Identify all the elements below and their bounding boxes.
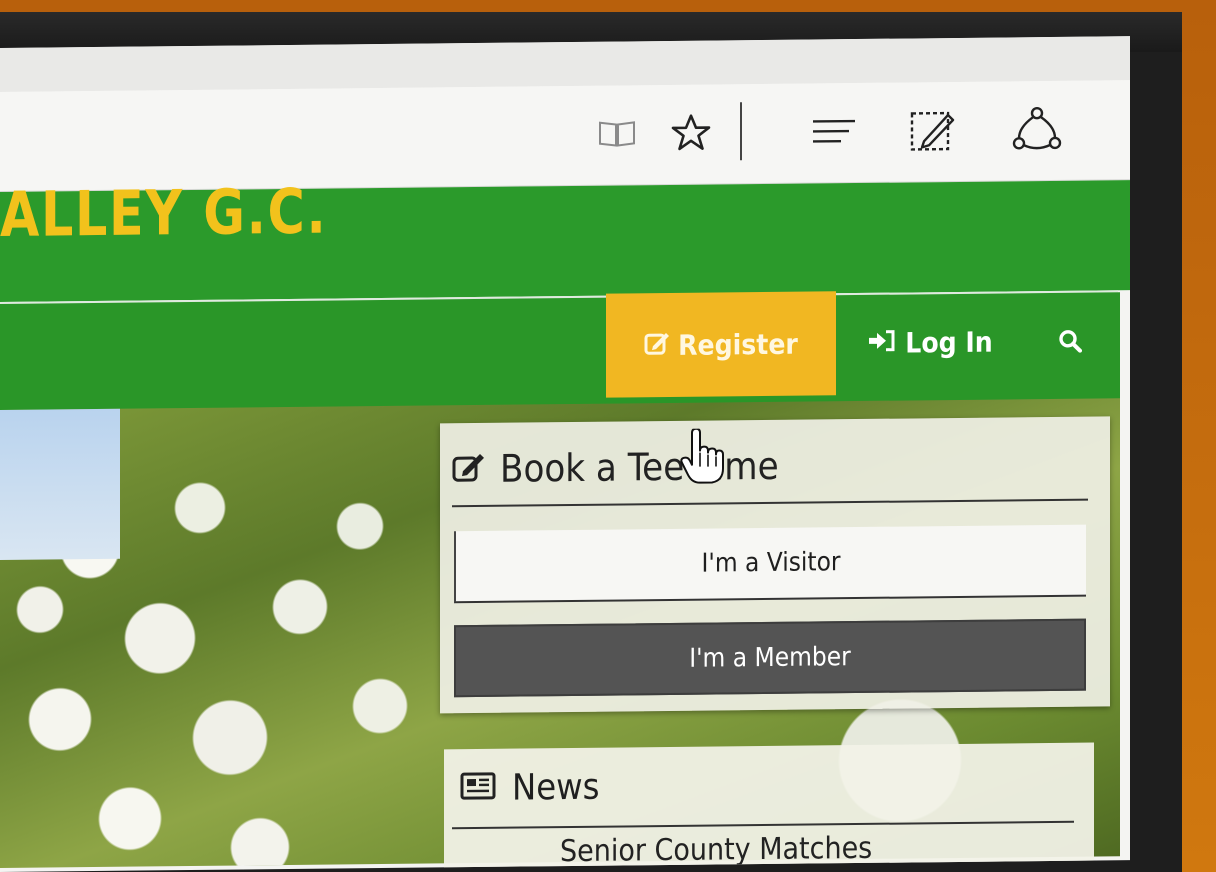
member-button[interactable]: I'm a Member [454, 618, 1086, 698]
news-title: News [512, 766, 600, 809]
news-heading: News [460, 760, 600, 815]
newspaper-icon [460, 767, 496, 808]
tee-time-heading: Book a Tee Time [452, 438, 779, 497]
search-icon[interactable] [1040, 288, 1100, 393]
hub-menu-icon[interactable] [806, 109, 862, 154]
site-title[interactable]: ALLEY G.C. [0, 175, 327, 251]
monitor-screen: ALLEY G.C. Register Log In Book a Tee Ti… [0, 36, 1130, 872]
favorite-star-icon[interactable] [666, 111, 716, 156]
reading-view-icon[interactable] [594, 111, 640, 155]
edit-icon [644, 328, 670, 361]
sign-in-icon [867, 326, 897, 359]
share-icon[interactable] [1008, 106, 1066, 152]
hand-cursor-icon [680, 427, 724, 484]
toolbar-divider [740, 102, 742, 161]
login-link[interactable]: Log In [850, 289, 1010, 395]
login-label: Log In [905, 325, 993, 360]
hero-sky [0, 408, 120, 560]
visitor-button[interactable]: I'm a Visitor [454, 524, 1086, 604]
tee-time-title: Book a Tee Time [500, 443, 779, 491]
register-label: Register [678, 327, 798, 362]
edit-icon [452, 447, 486, 491]
web-note-icon[interactable] [904, 108, 960, 153]
register-link[interactable]: Register [606, 291, 836, 398]
